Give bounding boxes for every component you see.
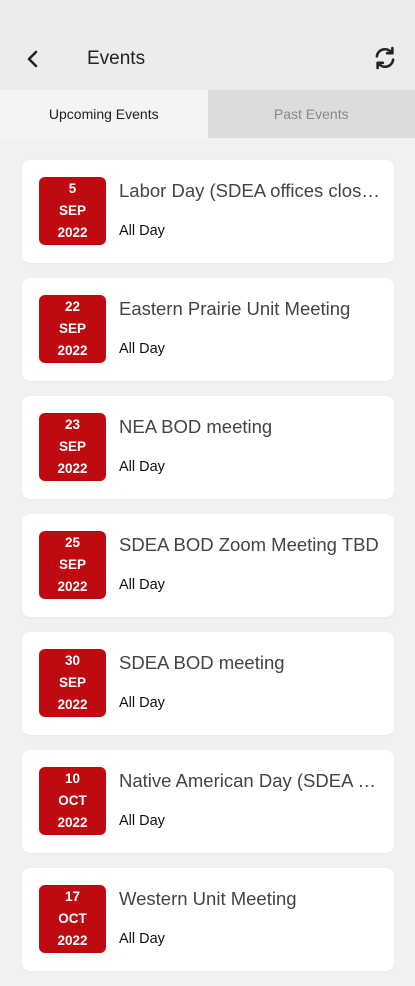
date-month: SEP [59,672,86,694]
date-month: SEP [59,554,86,576]
date-year: 2022 [57,930,87,952]
date-year: 2022 [57,222,87,244]
date-day: 23 [65,414,80,436]
event-title: SDEA BOD meeting [119,652,381,674]
date-year: 2022 [57,458,87,480]
event-card[interactable]: 22SEP2022 Eastern Prairie Unit Meeting All… [22,278,394,381]
date-day: 22 [65,296,80,318]
event-time: All Day [119,341,165,357]
event-time: All Day [119,695,165,711]
event-card[interactable]: 17OCT2022 Western Unit Meeting All Day [22,868,394,971]
event-card[interactable]: 25SEP2022 SDEA BOD Zoom Meeting TBD All Da… [22,514,394,617]
event-title: NEA BOD meeting [119,416,381,438]
event-title: Western Unit Meeting [119,888,381,910]
event-card[interactable]: 10OCT2022 Native American Day (SDEA offic… [22,750,394,853]
date-month: SEP [59,200,86,222]
back-button[interactable] [18,44,48,74]
event-time: All Day [119,577,165,593]
refresh-button[interactable] [369,42,401,74]
date-month: OCT [58,908,87,930]
date-badge: 30SEP2022 [39,649,106,717]
event-title: Labor Day (SDEA offices closed) [119,180,381,202]
date-year: 2022 [57,340,87,362]
event-time: All Day [119,459,165,475]
date-day: 10 [65,768,80,790]
date-badge: 10OCT2022 [39,767,106,835]
page-title: Events [87,48,145,70]
date-badge: 22SEP2022 [39,295,106,363]
event-card[interactable]: 30SEP2022 SDEA BOD meeting All Day [22,632,394,735]
date-month: SEP [59,436,86,458]
date-year: 2022 [57,694,87,716]
event-list: 5SEP2022Labor Day (SDEA offices closed)A… [22,160,394,986]
date-day: 17 [65,886,80,908]
date-badge: 23SEP2022 [39,413,106,481]
date-month: OCT [58,790,87,812]
event-title: SDEA BOD Zoom Meeting TBD [119,534,381,556]
event-card[interactable]: 23SEP2022 NEA BOD meeting All Day [22,396,394,499]
date-day: 5 [69,178,77,200]
event-time: All Day [119,223,165,239]
tab-upcoming-events[interactable]: Upcoming Events [0,90,208,138]
event-title: Native American Day (SDEA offices closed… [119,770,381,792]
app-bar: Events [0,0,415,90]
event-time: All Day [119,931,165,947]
date-badge: 17OCT2022 [39,885,106,953]
tab-bar: Upcoming Events Past Events [0,90,415,138]
tab-past-events[interactable]: Past Events [208,90,415,138]
event-card[interactable]: 5SEP2022 Labor Day (SDEA offices closed) A… [22,160,394,263]
event-title: Eastern Prairie Unit Meeting [119,298,381,320]
event-time: All Day [119,813,165,829]
date-month: SEP [59,318,86,340]
date-day: 25 [65,532,80,554]
chevron-left-icon [25,50,41,68]
date-year: 2022 [57,576,87,598]
refresh-icon [372,45,398,71]
date-badge: 25SEP2022 [39,531,106,599]
date-badge: 5SEP2022 [39,177,106,245]
date-year: 2022 [57,812,87,834]
date-day: 30 [65,650,80,672]
